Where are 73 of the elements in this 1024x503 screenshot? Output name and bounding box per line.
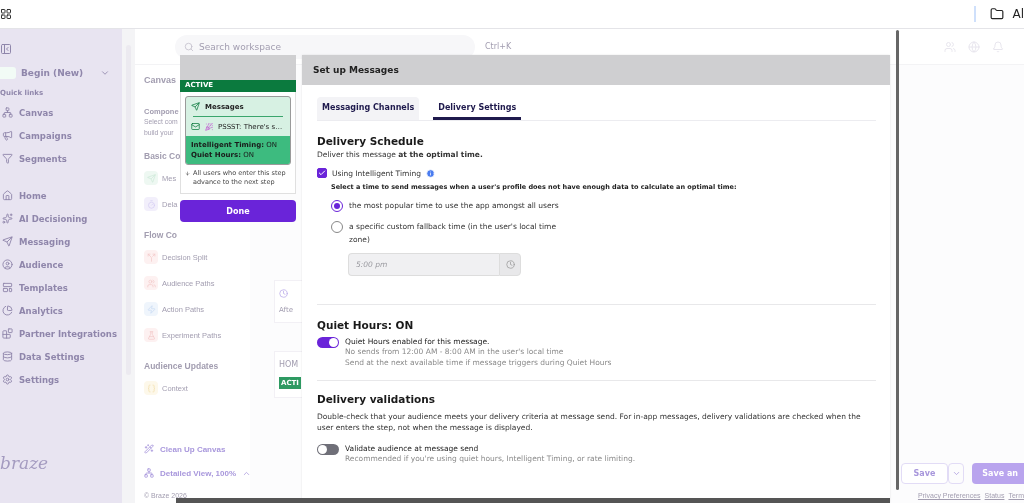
checkbox[interactable] bbox=[317, 168, 327, 178]
sidebar-item[interactable]: Audience bbox=[0, 253, 122, 276]
action-icon[interactable] bbox=[144, 302, 158, 316]
section-heading: Delivery Schedule bbox=[317, 135, 425, 147]
sidebar-item[interactable]: Segments bbox=[0, 147, 122, 170]
grid-icon[interactable] bbox=[0, 8, 12, 20]
campaigns-icon bbox=[2, 130, 13, 141]
clock-icon bbox=[279, 289, 288, 298]
chevron-down-icon[interactable] bbox=[100, 68, 110, 78]
sidebar-item[interactable]: Home bbox=[0, 184, 122, 207]
modal-title: Set up Messages bbox=[302, 55, 890, 85]
scrollbar[interactable] bbox=[176, 498, 890, 503]
search-field[interactable]: Search workspace bbox=[175, 34, 475, 59]
segments-icon bbox=[2, 153, 13, 164]
users-icon[interactable] bbox=[944, 40, 956, 53]
folder-label[interactable]: Al bbox=[1012, 7, 1024, 21]
ai-icon bbox=[2, 213, 13, 224]
clock-icon bbox=[499, 253, 521, 276]
panel-tab[interactable]: Canvas bbox=[144, 75, 177, 85]
section-heading: Basic Co bbox=[144, 151, 181, 161]
section-heading: Delivery validations bbox=[317, 393, 436, 405]
view-selector[interactable]: Detailed View, 100% bbox=[160, 468, 237, 478]
context-icon[interactable] bbox=[144, 381, 158, 395]
send-icon bbox=[191, 102, 200, 111]
clean-up-link[interactable]: Clean Up Canvas bbox=[160, 444, 226, 454]
audience-icon bbox=[2, 259, 13, 270]
sidebar-item[interactable]: Canvas bbox=[0, 101, 122, 124]
magic-wand-icon[interactable] bbox=[144, 444, 154, 454]
settings-icon bbox=[2, 374, 13, 385]
bell-icon[interactable] bbox=[992, 40, 1004, 53]
experiment-icon[interactable] bbox=[144, 328, 158, 342]
sidebar-item[interactable]: Data Settings bbox=[0, 345, 122, 368]
sidebar-item[interactable]: Templates bbox=[0, 276, 122, 299]
shortcut-hint: Ctrl+K bbox=[485, 42, 512, 51]
templates-icon bbox=[2, 282, 13, 293]
message-icon[interactable] bbox=[144, 171, 158, 185]
sidebar-item[interactable]: Settings bbox=[0, 368, 122, 391]
hierarchy-icon bbox=[144, 468, 154, 478]
sidebar-item[interactable]: Campaigns bbox=[0, 124, 122, 147]
toggle-switch[interactable] bbox=[317, 337, 339, 348]
section-heading: Quiet Hours: ON bbox=[317, 319, 415, 331]
paths-icon[interactable] bbox=[144, 276, 158, 290]
search-icon bbox=[184, 41, 194, 52]
partners-icon bbox=[2, 328, 13, 339]
canvas-icon bbox=[2, 107, 13, 118]
folder-icon[interactable] bbox=[990, 7, 1005, 21]
section-heading: Flow Co bbox=[144, 230, 178, 240]
analytics-icon bbox=[2, 305, 13, 316]
logo: braze bbox=[0, 453, 49, 473]
save-button[interactable]: Save bbox=[900, 463, 949, 484]
info-icon[interactable] bbox=[425, 168, 435, 178]
home-icon bbox=[2, 190, 13, 201]
done-button[interactable]: Done bbox=[180, 200, 296, 222]
split-icon[interactable] bbox=[144, 250, 158, 264]
messaging-icon bbox=[2, 236, 13, 247]
toggle-switch[interactable] bbox=[317, 444, 339, 455]
party-popper-icon bbox=[205, 122, 213, 131]
globe-icon[interactable] bbox=[968, 40, 980, 53]
save-and-button[interactable]: Save an bbox=[972, 463, 1024, 484]
sidebar-item[interactable]: Messaging bbox=[0, 230, 122, 253]
sidebar-item[interactable]: Analytics bbox=[0, 299, 122, 322]
scrollbar[interactable] bbox=[896, 30, 899, 490]
chevron-down-icon[interactable] bbox=[948, 463, 965, 484]
arrow-down-icon bbox=[185, 169, 190, 178]
tab[interactable]: Messaging Channels bbox=[317, 97, 420, 120]
delay-icon[interactable] bbox=[144, 197, 158, 211]
node-title: HOM bbox=[279, 360, 300, 369]
workspace-name[interactable]: Begin (New) bbox=[21, 68, 95, 78]
sidebar-item[interactable]: AI Decisioning bbox=[0, 207, 122, 230]
sidebar-item[interactable]: Partner Integrations bbox=[0, 322, 122, 345]
mail-icon bbox=[191, 122, 200, 131]
section-heading: Audience Updates bbox=[144, 361, 219, 371]
data-icon bbox=[2, 351, 13, 362]
